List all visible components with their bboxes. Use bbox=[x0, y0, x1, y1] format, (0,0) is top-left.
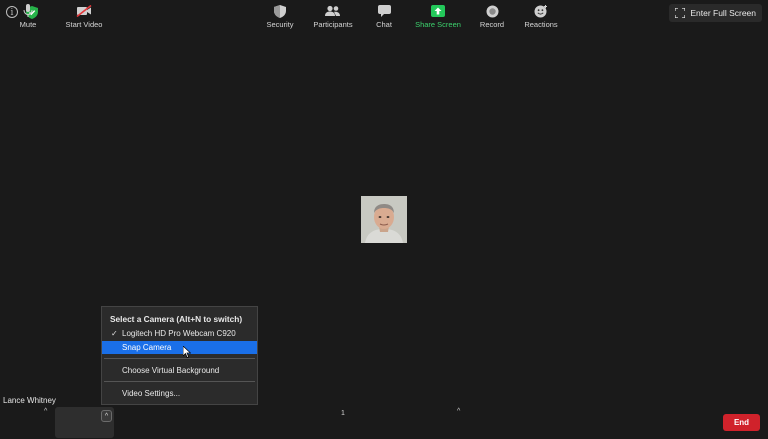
participants-button[interactable]: Participants bbox=[312, 0, 354, 33]
audio-options-caret-icon[interactable]: ^ bbox=[44, 408, 47, 415]
record-button[interactable]: Record bbox=[476, 0, 508, 33]
enter-full-screen-button[interactable]: Enter Full Screen bbox=[669, 4, 762, 22]
participants-label: Participants bbox=[313, 20, 353, 29]
meeting-toolbar bbox=[0, 406, 768, 439]
camera-menu-title: Select a Camera (Alt+N to switch) bbox=[110, 314, 243, 324]
menu-item-label: Video Settings... bbox=[122, 389, 181, 398]
chat-button[interactable]: Chat bbox=[370, 0, 398, 33]
menu-item-label: Logitech HD Pro Webcam C920 bbox=[122, 329, 236, 338]
record-icon bbox=[486, 5, 498, 17]
record-label: Record bbox=[479, 20, 505, 29]
video-off-icon bbox=[76, 5, 92, 17]
microphone-icon bbox=[23, 4, 33, 17]
start-video-label: Start Video bbox=[65, 20, 103, 29]
security-label: Security bbox=[266, 20, 294, 29]
menu-item-virtual-background[interactable]: Choose Virtual Background bbox=[102, 364, 257, 377]
share-screen-label: Share Screen bbox=[415, 20, 461, 29]
video-options-caret-icon[interactable]: ^ bbox=[101, 410, 112, 422]
reactions-emoji-icon bbox=[534, 4, 547, 17]
menu-item-label: Choose Virtual Background bbox=[122, 366, 220, 375]
participant-name-tag: Lance Whitney bbox=[0, 395, 59, 406]
share-screen-icon bbox=[431, 5, 445, 17]
participant-avatar bbox=[361, 196, 407, 243]
chat-bubble-icon bbox=[377, 5, 391, 17]
checkmark-icon: ✓ bbox=[111, 329, 118, 338]
camera-select-menu: Select a Camera (Alt+N to switch) ✓ Logi… bbox=[101, 306, 258, 405]
chat-label: Chat bbox=[376, 20, 392, 29]
reactions-button[interactable]: Reactions bbox=[522, 0, 560, 33]
menu-item-snap-camera[interactable]: Snap Camera bbox=[102, 341, 257, 354]
security-shield-icon bbox=[274, 4, 286, 18]
fullscreen-label: Enter Full Screen bbox=[690, 8, 756, 18]
share-options-caret-icon[interactable]: ^ bbox=[457, 408, 460, 415]
menu-divider bbox=[104, 381, 255, 382]
menu-item-video-settings[interactable]: Video Settings... bbox=[102, 387, 257, 400]
security-button[interactable]: Security bbox=[264, 0, 296, 33]
participants-count-badge: 1 bbox=[341, 410, 345, 417]
reactions-label: Reactions bbox=[524, 20, 558, 29]
mouse-cursor-icon bbox=[183, 346, 191, 358]
start-video-button[interactable]: Start Video bbox=[60, 0, 108, 33]
fullscreen-icon bbox=[675, 8, 686, 18]
participants-icon bbox=[325, 5, 340, 16]
share-screen-button[interactable]: Share Screen bbox=[414, 0, 462, 33]
mute-button[interactable]: Mute bbox=[12, 0, 44, 33]
menu-item-logitech-webcam[interactable]: ✓ Logitech HD Pro Webcam C920 bbox=[102, 327, 257, 340]
mute-label: Mute bbox=[19, 20, 37, 29]
menu-item-label: Snap Camera bbox=[122, 343, 172, 352]
end-meeting-button[interactable]: End bbox=[723, 414, 760, 431]
menu-divider bbox=[104, 358, 255, 359]
